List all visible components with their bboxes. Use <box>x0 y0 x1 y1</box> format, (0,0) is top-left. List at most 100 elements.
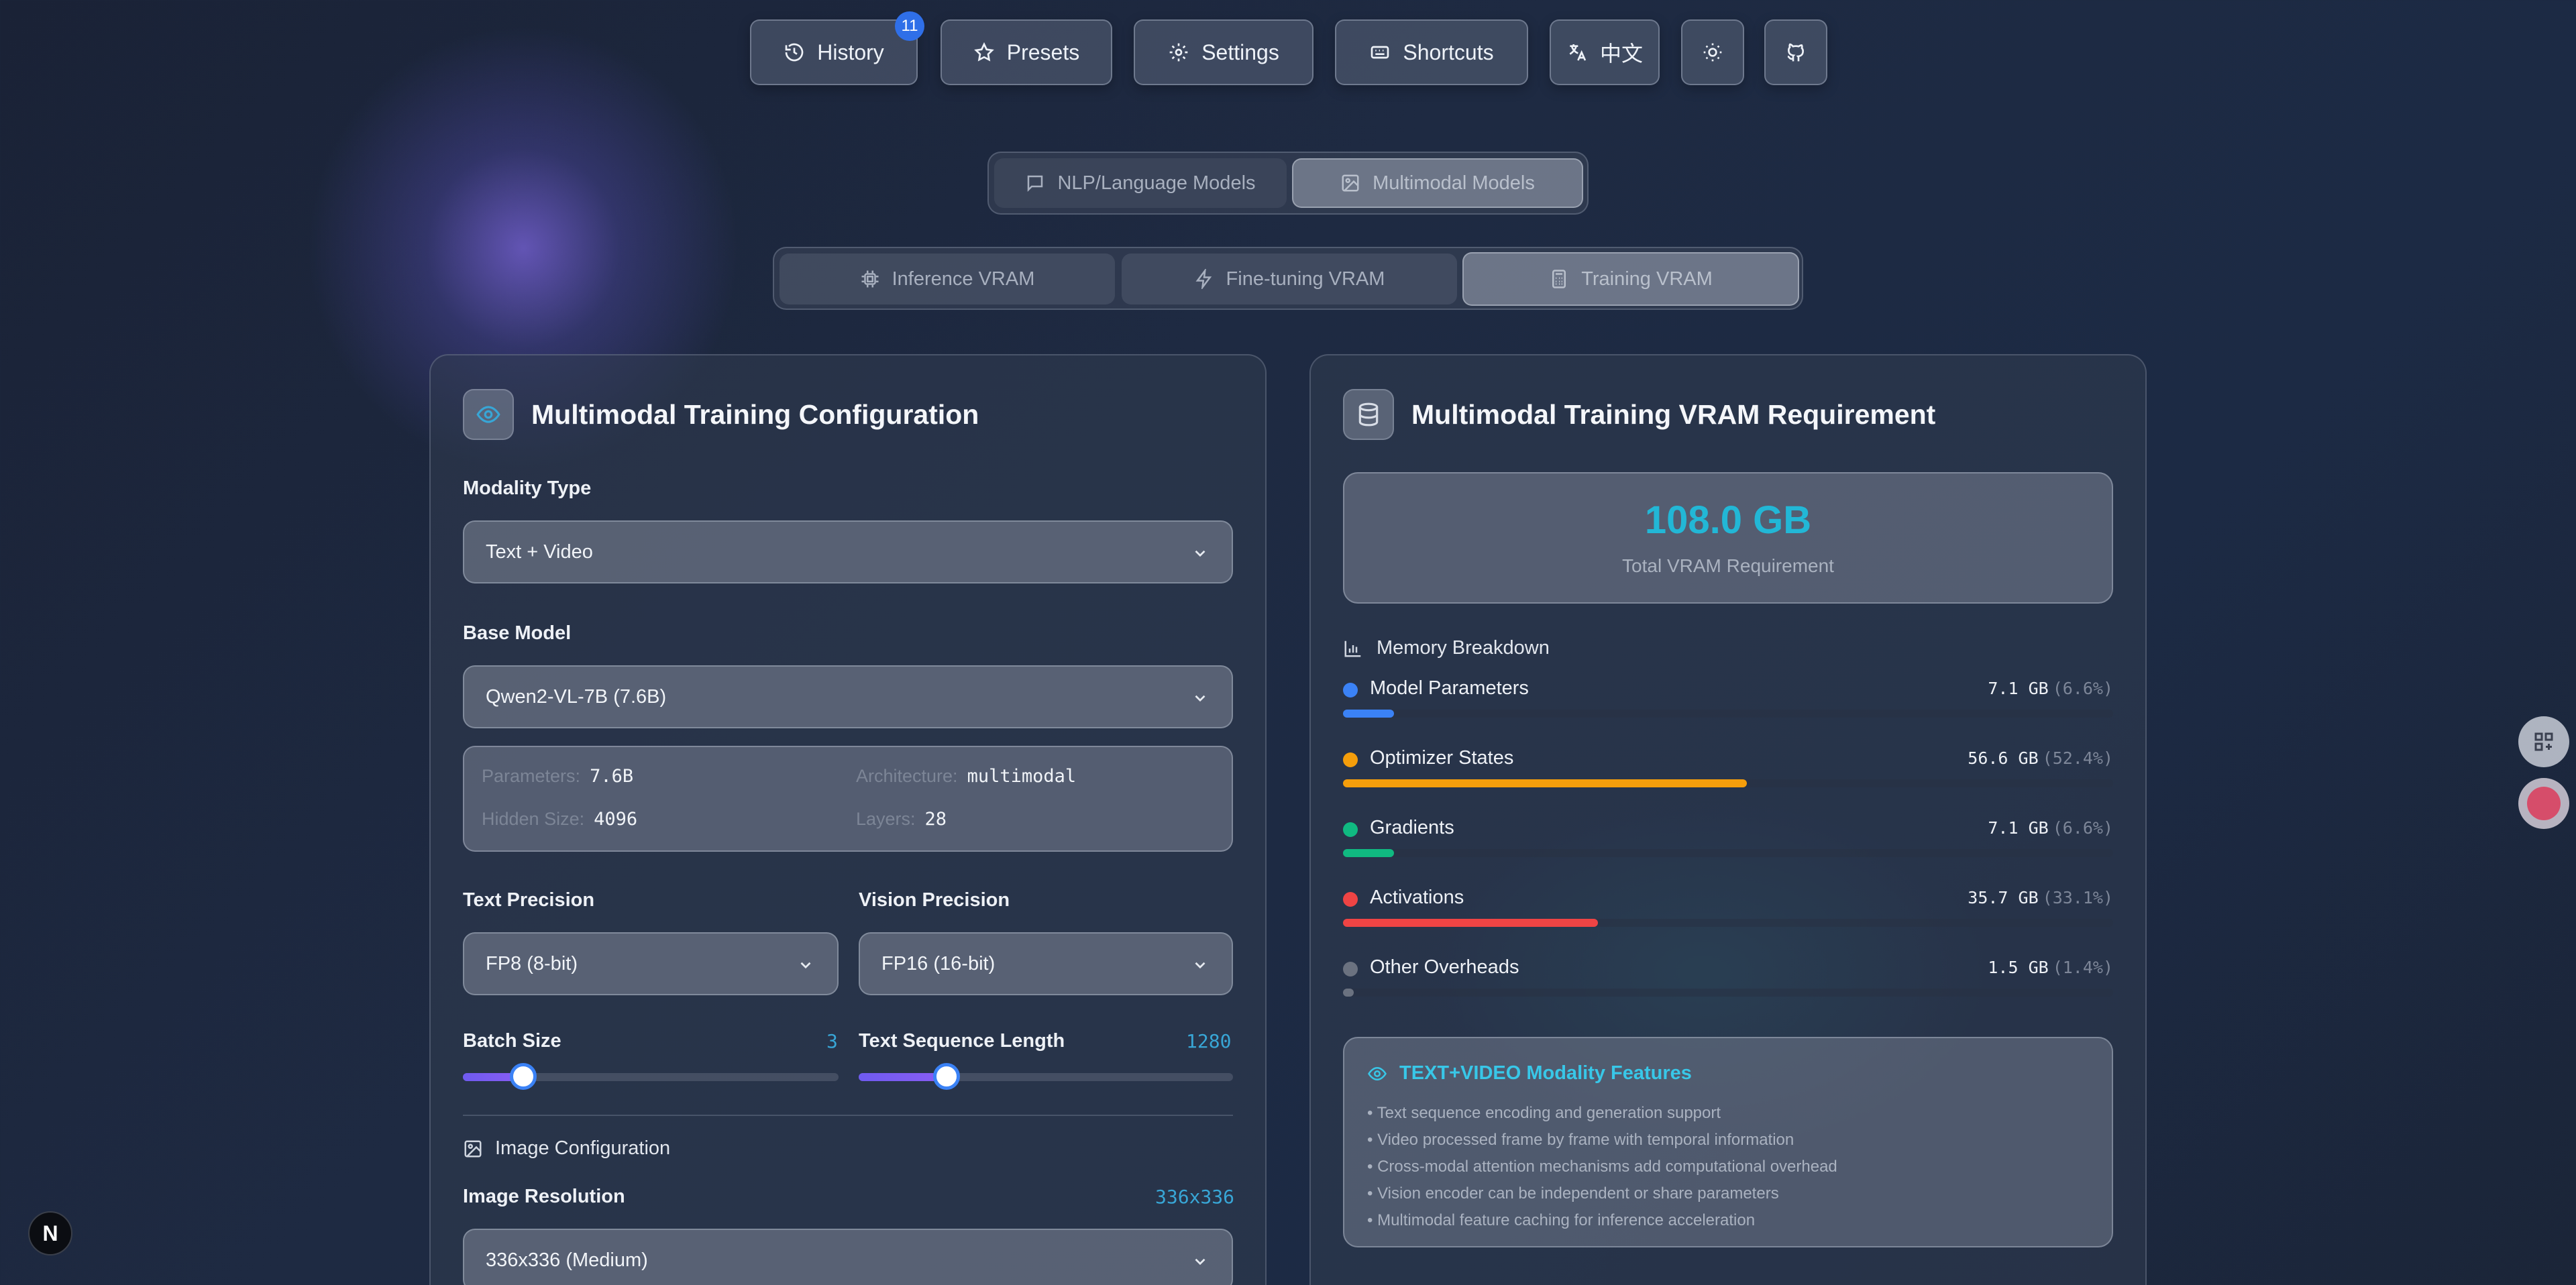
theme-toggle-button[interactable] <box>1681 19 1744 85</box>
layers-label: Layers: <box>856 809 916 829</box>
shortcuts-button[interactable]: Shortcuts <box>1335 19 1528 85</box>
configuration-header: Multimodal Training Configuration <box>463 389 979 440</box>
modality-features-title: TEXT+VIDEO Modality Features <box>1399 1062 1692 1084</box>
sequence-length-slider-thumb[interactable] <box>933 1063 961 1090</box>
hidden-size-info: Hidden Size: 4096 <box>482 809 637 830</box>
batch-size-slider-thumb[interactable] <box>509 1063 537 1090</box>
presets-label: Presets <box>1006 40 1080 64</box>
translate-icon <box>2527 787 2561 820</box>
breakdown-name: Optimizer States <box>1370 747 1514 769</box>
hidden-size-label: Hidden Size: <box>482 809 585 829</box>
feature-item: • Text sequence encoding and generation … <box>1367 1104 1721 1122</box>
model-category-tabs: NLP/Language Models Multimodal Models <box>987 152 1589 215</box>
grid-icon <box>2534 732 2553 751</box>
tab-label: Training VRAM <box>1581 268 1713 290</box>
shortcuts-label: Shortcuts <box>1403 40 1494 64</box>
breakdown-amount-value: 7.1 GB <box>1988 818 2049 838</box>
settings-button[interactable]: Settings <box>1134 19 1313 85</box>
presets-button[interactable]: Presets <box>941 19 1112 85</box>
architecture-info: Architecture: multimodal <box>856 766 1076 787</box>
feature-item: • Cross-modal attention mechanisms add c… <box>1367 1158 1837 1176</box>
breakdown-bar-track <box>1343 779 2113 787</box>
sequence-length-slider[interactable] <box>859 1063 1233 1090</box>
base-model-select[interactable]: Qwen2-VL-7B (7.6B) <box>463 665 1233 728</box>
bar-chart-icon <box>1344 640 1361 657</box>
sequence-length-value: 1280 <box>1186 1030 1232 1052</box>
image-resolution-selected: 336x336 (Medium) <box>486 1249 648 1271</box>
modality-features-list: • Text sequence encoding and generation … <box>1367 1100 1837 1234</box>
settings-label: Settings <box>1201 40 1279 64</box>
legend-dot <box>1343 962 1358 976</box>
language-label: 中文 <box>1599 42 1643 66</box>
tab-label: Inference VRAM <box>892 268 1035 290</box>
history-icon <box>785 43 804 62</box>
breakdown-bar-fill <box>1343 779 1747 787</box>
history-count-badge: 11 <box>895 11 924 41</box>
apps-grid-button[interactable] <box>2518 716 2569 767</box>
breakdown-name: Gradients <box>1370 817 1454 838</box>
legend-dot <box>1343 752 1358 767</box>
parameters-label: Parameters: <box>482 766 581 786</box>
tab-inference-vram[interactable]: Inference VRAM <box>780 254 1115 304</box>
tab-label: Fine-tuning VRAM <box>1226 268 1385 290</box>
layers-value: 28 <box>924 809 947 830</box>
total-vram-value: 108.0 GB <box>1644 498 1812 542</box>
parameters-info: Parameters: 7.6B <box>482 766 633 787</box>
architecture-label: Architecture: <box>856 766 958 786</box>
breakdown-name: Activations <box>1370 887 1464 908</box>
eye-icon <box>463 389 514 440</box>
breakdown-amount-value: 1.5 GB <box>1988 958 2049 977</box>
batch-size-value: 3 <box>826 1030 838 1052</box>
memory-breakdown-heading: Memory Breakdown <box>1343 637 1550 659</box>
legend-dot <box>1343 892 1358 907</box>
feature-item: • Video processed frame by frame with te… <box>1367 1131 1794 1149</box>
tab-label: NLP/Language Models <box>1057 172 1256 194</box>
result-title: Multimodal Training VRAM Requirement <box>1411 398 1936 430</box>
image-resolution-select[interactable]: 336x336 (Medium) <box>463 1229 1233 1285</box>
batch-size-label: Batch Size <box>463 1030 561 1052</box>
legend-dot <box>1343 822 1358 837</box>
breakdown-bar-fill <box>1343 919 1598 927</box>
hidden-size-value: 4096 <box>594 809 638 830</box>
architecture-value: multimodal <box>967 766 1077 787</box>
breakdown-bar-fill <box>1343 989 1354 997</box>
language-button[interactable]: 中文 <box>1550 19 1660 85</box>
vision-precision-select[interactable]: FP16 (16-bit) <box>859 932 1233 995</box>
github-button[interactable] <box>1764 19 1827 85</box>
translate-extension-button[interactable] <box>2518 778 2569 829</box>
breakdown-amount-value: 35.7 GB <box>1968 888 2039 907</box>
vision-precision-label: Vision Precision <box>859 889 1010 911</box>
layers-info: Layers: 28 <box>856 809 947 830</box>
breakdown-amount: 7.1 GB (6.6%) <box>1988 818 2113 838</box>
modality-type-value: Text + Video <box>486 541 593 563</box>
breakdown-bar-track <box>1343 989 2113 997</box>
text-precision-value: FP8 (8-bit) <box>486 952 578 974</box>
keyboard-icon <box>1371 46 1389 59</box>
breakdown-bar-track <box>1343 710 2113 718</box>
modality-type-select[interactable]: Text + Video <box>463 520 1233 583</box>
top-navigation: History 11 Presets Settings Shortcuts 中文 <box>0 11 2576 85</box>
chevron-down-icon <box>1191 1253 1209 1270</box>
batch-size-slider[interactable] <box>463 1063 839 1090</box>
tab-fine-tuning-vram[interactable]: Fine-tuning VRAM <box>1122 254 1457 304</box>
chevron-down-icon <box>797 956 814 974</box>
text-precision-select[interactable]: FP8 (8-bit) <box>463 932 839 995</box>
memory-breakdown-title: Memory Breakdown <box>1377 637 1550 659</box>
history-button[interactable]: History 11 <box>750 11 924 85</box>
breakdown-row: Model Parameters 7.1 GB (6.6%) <box>1343 676 2113 723</box>
sun-icon <box>1703 43 1722 62</box>
total-vram-box: 108.0 GB Total VRAM Requirement <box>1343 472 2113 604</box>
eye-icon <box>1368 1066 1387 1080</box>
tab-nlp-language-models[interactable]: NLP/Language Models <box>994 158 1287 208</box>
tab-training-vram[interactable]: Training VRAM <box>1462 252 1799 306</box>
image-icon <box>464 1140 482 1157</box>
nextjs-logo[interactable]: N <box>28 1211 72 1255</box>
total-vram-label: Total VRAM Requirement <box>1622 555 1834 576</box>
breakdown-percent: (52.4%) <box>2042 748 2113 768</box>
tab-multimodal-models[interactable]: Multimodal Models <box>1292 158 1583 208</box>
breakdown-bar-track <box>1343 919 2113 927</box>
breakdown-percent: (1.4%) <box>2052 958 2113 977</box>
modality-type-label: Modality Type <box>463 478 592 499</box>
breakdown-amount: 7.1 GB (6.6%) <box>1988 679 2113 698</box>
image-resolution-value: 336x336 <box>1155 1186 1235 1208</box>
